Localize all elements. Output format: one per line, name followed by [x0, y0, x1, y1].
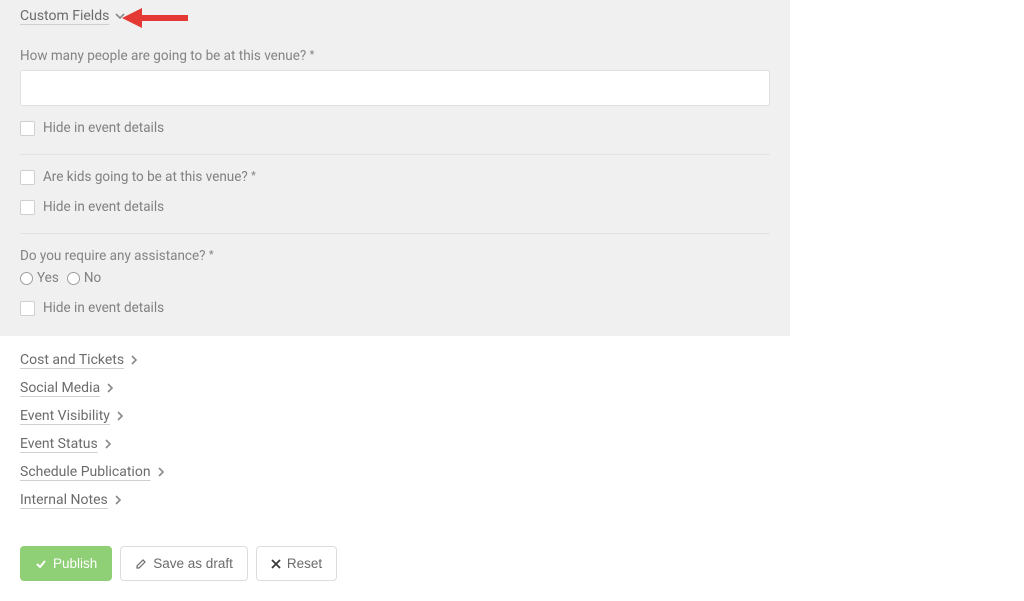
- section-social-media[interactable]: Social Media: [20, 380, 114, 396]
- x-icon: [271, 559, 281, 569]
- custom-fields-label: Custom Fields: [20, 8, 109, 24]
- hide-people-count-row[interactable]: Hide in event details: [20, 120, 770, 136]
- radio-yes-label: Yes: [37, 270, 59, 286]
- chevron-right-icon: [104, 439, 112, 449]
- kids-label: Are kids going to be at this venue? *: [43, 169, 256, 185]
- hide-label: Hide in event details: [43, 300, 164, 316]
- assistance-label: Do you require any assistance? *: [20, 248, 770, 264]
- section-event-visibility[interactable]: Event Visibility: [20, 408, 124, 424]
- field-kids: Are kids going to be at this venue? * Hi…: [20, 169, 770, 215]
- hide-kids-row[interactable]: Hide in event details: [20, 199, 770, 215]
- kids-checkbox[interactable]: [20, 170, 35, 185]
- annotation-arrow: [120, 4, 190, 36]
- hide-assistance-checkbox[interactable]: [20, 301, 35, 316]
- divider: [20, 154, 770, 155]
- divider: [20, 233, 770, 234]
- chevron-down-icon: [115, 11, 125, 21]
- assistance-yes-radio[interactable]: [20, 272, 33, 285]
- section-cost-tickets[interactable]: Cost and Tickets: [20, 352, 138, 368]
- section-schedule-publication[interactable]: Schedule Publication: [20, 464, 165, 480]
- pencil-icon: [135, 558, 147, 570]
- hide-label: Hide in event details: [43, 120, 164, 136]
- hide-label: Hide in event details: [43, 199, 164, 215]
- people-count-label: How many people are going to be at this …: [20, 48, 770, 64]
- check-icon: [35, 558, 47, 570]
- assistance-radio-row: Yes No: [20, 270, 770, 286]
- field-people-count: How many people are going to be at this …: [20, 48, 770, 136]
- people-count-input[interactable]: [20, 70, 770, 106]
- chevron-right-icon: [116, 411, 124, 421]
- kids-row[interactable]: Are kids going to be at this venue? *: [20, 169, 770, 185]
- chevron-right-icon: [106, 383, 114, 393]
- radio-no-label: No: [84, 270, 101, 286]
- hide-kids-checkbox[interactable]: [20, 200, 35, 215]
- chevron-right-icon: [114, 495, 122, 505]
- section-internal-notes[interactable]: Internal Notes: [20, 492, 122, 508]
- hide-assistance-row[interactable]: Hide in event details: [20, 300, 770, 316]
- hide-people-count-checkbox[interactable]: [20, 121, 35, 136]
- assistance-no-radio[interactable]: [67, 272, 80, 285]
- custom-fields-header[interactable]: Custom Fields: [20, 8, 125, 24]
- section-event-status[interactable]: Event Status: [20, 436, 112, 452]
- chevron-right-icon: [157, 467, 165, 477]
- chevron-right-icon: [130, 355, 138, 365]
- field-assistance: Do you require any assistance? * Yes No …: [20, 248, 770, 316]
